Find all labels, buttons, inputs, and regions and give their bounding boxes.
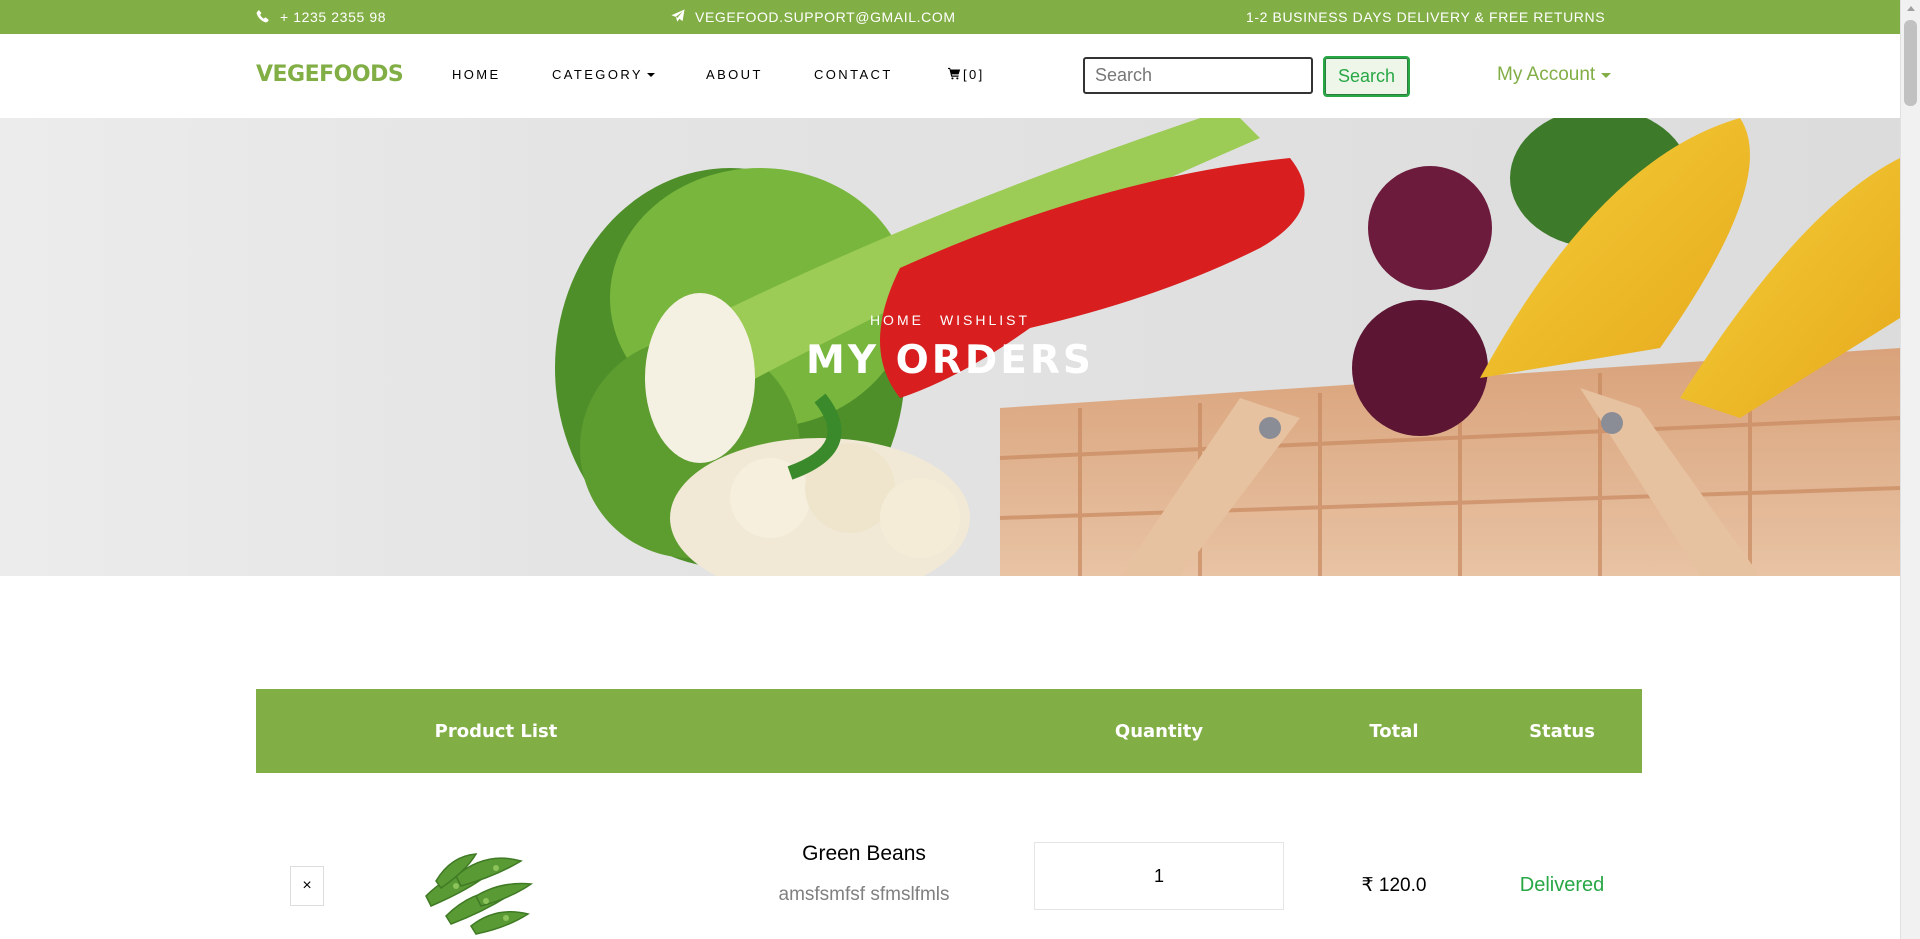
site-logo[interactable]: VEGEFOODS	[256, 62, 404, 87]
support-email[interactable]: VEGEFOOD.SUPPORT@GMAIL.COM	[695, 9, 956, 25]
phone-number: + 1235 2355 98	[280, 9, 387, 25]
nav-contact[interactable]: CONTACT	[814, 67, 893, 82]
nav-home[interactable]: HOME	[452, 67, 501, 82]
delivery-info: 1-2 BUSINESS DAYS DELIVERY & FREE RETURN…	[1246, 0, 1605, 34]
nav-category-label: CATEGORY	[552, 67, 643, 82]
product-description: amsfsmfsf sfmslfmls	[778, 884, 950, 905]
paper-plane-icon	[671, 8, 685, 26]
chevron-down-icon	[646, 72, 655, 77]
chevron-down-icon	[1601, 72, 1612, 78]
nav-about[interactable]: ABOUT	[706, 67, 763, 82]
page-scrollbar[interactable]	[1900, 0, 1920, 939]
top-info-bar: + 1235 2355 98 VEGEFOOD.SUPPORT@GMAIL.CO…	[0, 0, 1900, 34]
cart-icon	[948, 67, 961, 82]
quantity-field[interactable]: 1	[1034, 842, 1284, 910]
product-name[interactable]: Green Beans	[716, 842, 1012, 866]
search-input[interactable]	[1083, 57, 1313, 94]
scroll-up-arrow-icon[interactable]	[1907, 6, 1915, 11]
my-account-label: My Account	[1497, 64, 1596, 85]
phone-info: + 1235 2355 98	[256, 0, 386, 34]
search-button[interactable]: Search	[1323, 56, 1410, 97]
order-total: ₹ 120.0	[1361, 875, 1427, 896]
delivery-text: 1-2 BUSINESS DAYS DELIVERY & FREE RETURN…	[1246, 9, 1606, 25]
page: + 1235 2355 98 VEGEFOOD.SUPPORT@GMAIL.CO…	[0, 0, 1920, 939]
header-product-list: Product List	[434, 720, 558, 742]
phone-icon	[256, 9, 270, 26]
cart-count: [0]	[963, 67, 985, 82]
table-row: × Green Beans amsfsmfsf sfmslfmls 1 ₹ 12…	[256, 800, 1642, 939]
status-badge: Delivered	[1519, 874, 1605, 896]
nav-category[interactable]: CATEGORY	[552, 67, 655, 82]
nav-cart[interactable]: [0]	[948, 67, 985, 82]
scrollbar-thumb[interactable]	[1904, 20, 1917, 106]
hero-banner: HOME WISHLIST MY ORDERS	[0, 118, 1900, 576]
page-title: MY ORDERS	[806, 338, 1094, 383]
orders-table-header: Product List Quantity Total Status	[256, 689, 1642, 773]
email-info: VEGEFOOD.SUPPORT@GMAIL.COM	[671, 0, 956, 34]
main-navbar: VEGEFOODS HOME CATEGORY ABOUT CONTACT [0…	[0, 34, 1900, 118]
my-account-dropdown[interactable]: My Account	[1497, 64, 1612, 86]
product-image-green-beans	[425, 853, 534, 935]
remove-item-button[interactable]: ×	[290, 866, 324, 906]
breadcrumb-home[interactable]: HOME	[870, 312, 924, 328]
breadcrumb-current: WISHLIST	[939, 312, 1031, 328]
header-status: Status	[1529, 720, 1595, 742]
header-total: Total	[1369, 720, 1419, 742]
header-quantity: Quantity	[1114, 720, 1204, 742]
breadcrumb: HOME WISHLIST	[0, 312, 1900, 328]
